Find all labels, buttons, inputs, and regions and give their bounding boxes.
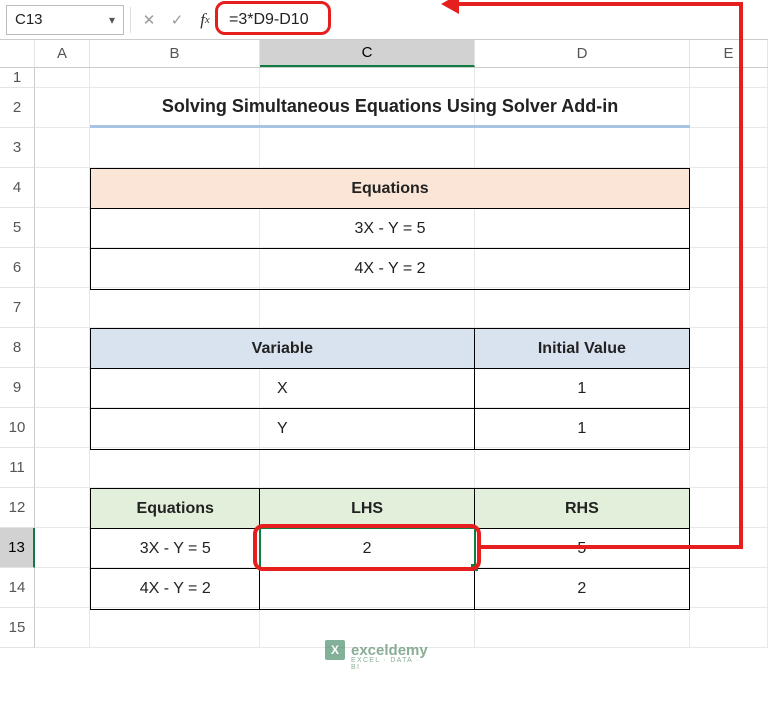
solver-header-eq: Equations (91, 489, 260, 529)
annotation-line-top (457, 2, 743, 6)
col-header-E[interactable]: E (690, 40, 768, 67)
row-header-11[interactable]: 11 (0, 448, 35, 488)
watermark-tag: EXCEL · DATA · BI (351, 657, 428, 671)
grid: 1 2 3 4 5 6 7 8 9 10 11 12 13 14 15 (0, 68, 768, 648)
solver-lhs-2[interactable] (260, 569, 474, 609)
solver-rhs-2[interactable]: 2 (475, 569, 689, 609)
excel-logo-icon: X (325, 640, 345, 660)
formula-bar: C13 ▾ ✕ ✓ fx =3*D9-D10 (0, 0, 768, 40)
value-x[interactable]: 1 (475, 369, 689, 409)
fx-icon[interactable]: fx (193, 7, 217, 33)
table-row: X 1 (91, 369, 689, 409)
col-header-B[interactable]: B (90, 40, 260, 67)
name-box[interactable]: C13 ▾ (6, 5, 124, 35)
cancel-icon[interactable]: ✕ (137, 7, 161, 33)
annotation-arrow-icon (441, 0, 459, 14)
annotation-line-vertical (739, 2, 743, 549)
sheet-area[interactable]: Solving Simultaneous Equations Using Sol… (35, 68, 768, 648)
name-box-value: C13 (15, 11, 43, 28)
row-header-13[interactable]: 13 (0, 528, 35, 568)
separator (130, 7, 131, 33)
annotation-line-horizontal (480, 545, 743, 549)
col-header-D[interactable]: D (475, 40, 690, 67)
table-row: 3X - Y = 5 2 5 (91, 529, 689, 569)
watermark-brand: exceldemy (351, 642, 428, 659)
variable-y[interactable]: Y (91, 409, 475, 449)
watermark: X exceldemy EXCEL · DATA · BI (325, 640, 428, 660)
solver-eq-2[interactable]: 4X - Y = 2 (91, 569, 260, 609)
value-y[interactable]: 1 (475, 409, 689, 449)
row-header-5[interactable]: 5 (0, 208, 35, 248)
chevron-down-icon[interactable]: ▾ (109, 13, 115, 27)
solver-rhs-1[interactable]: 5 (475, 529, 689, 569)
variable-header: Variable (91, 329, 475, 369)
row-header-1[interactable]: 1 (0, 68, 35, 88)
page-title: Solving Simultaneous Equations Using Sol… (90, 88, 690, 128)
equations-table: Equations 3X - Y = 5 4X - Y = 2 (90, 168, 690, 290)
variables-table: Variable Initial Value X 1 Y 1 (90, 328, 690, 450)
table-row: Y 1 (91, 409, 689, 449)
row-header-7[interactable]: 7 (0, 288, 35, 328)
column-headers: A B C D E (0, 40, 768, 68)
variable-x[interactable]: X (91, 369, 475, 409)
row-header-4[interactable]: 4 (0, 168, 35, 208)
row-header-15[interactable]: 15 (0, 608, 35, 648)
formula-input[interactable]: =3*D9-D10 (221, 5, 762, 35)
row-header-10[interactable]: 10 (0, 408, 35, 448)
solver-table: Equations LHS RHS 3X - Y = 5 2 5 4X - Y … (90, 488, 690, 610)
solver-eq-1[interactable]: 3X - Y = 5 (91, 529, 260, 569)
equation-1[interactable]: 3X - Y = 5 (91, 209, 689, 249)
row-header-12[interactable]: 12 (0, 488, 35, 528)
formula-text: =3*D9-D10 (229, 11, 309, 29)
row-headers: 1 2 3 4 5 6 7 8 9 10 11 12 13 14 15 (0, 68, 35, 648)
enter-icon[interactable]: ✓ (165, 7, 189, 33)
row-header-9[interactable]: 9 (0, 368, 35, 408)
row-header-6[interactable]: 6 (0, 248, 35, 288)
equation-2[interactable]: 4X - Y = 2 (91, 249, 689, 289)
select-all-corner[interactable] (0, 40, 35, 67)
row-header-2[interactable]: 2 (0, 88, 35, 128)
row-header-8[interactable]: 8 (0, 328, 35, 368)
equations-header: Equations (91, 169, 689, 209)
initial-value-header: Initial Value (475, 329, 689, 369)
col-header-C[interactable]: C (260, 40, 475, 67)
row-header-14[interactable]: 14 (0, 568, 35, 608)
solver-header-lhs: LHS (260, 489, 474, 529)
solver-header-rhs: RHS (475, 489, 689, 529)
table-row: 4X - Y = 2 2 (91, 569, 689, 609)
solver-lhs-1[interactable]: 2 (260, 529, 474, 569)
content-overlay: Solving Simultaneous Equations Using Sol… (35, 68, 768, 648)
row-header-3[interactable]: 3 (0, 128, 35, 168)
col-header-A[interactable]: A (35, 40, 90, 67)
